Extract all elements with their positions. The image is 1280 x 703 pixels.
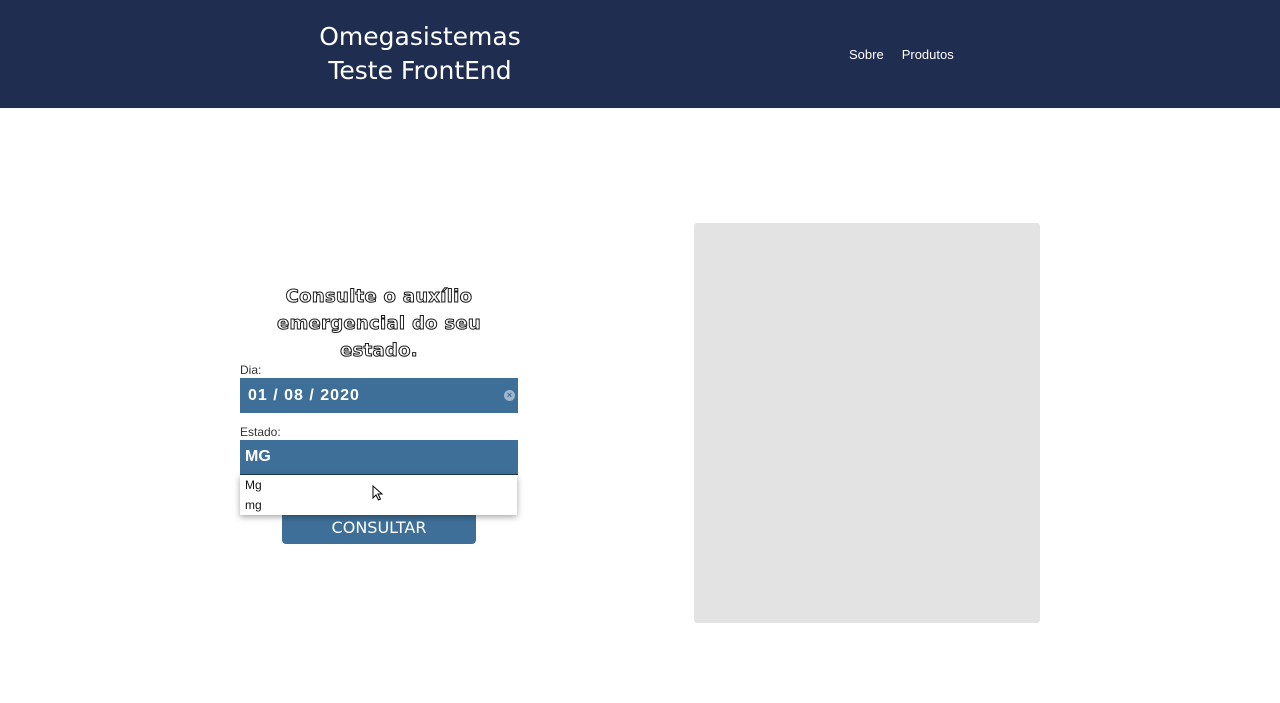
top-header: Omegasistemas Teste FrontEnd Sobre Produ… [0,0,1280,108]
main-nav: Sobre Produtos [849,47,954,62]
brand-line-2: Teste FrontEnd [328,56,512,85]
consult-form: Consulte o auxílio emergencial do seu es… [240,283,518,544]
site-brand: Omegasistemas Teste FrontEnd [300,20,540,88]
date-value: 01 / 08 / 2020 [248,386,360,404]
form-title: Consulte o auxílio emergencial do seu es… [276,286,482,362]
chart-placeholder-panel [694,223,1040,623]
brand-line-1: Omegasistemas [319,22,521,51]
state-label: Estado: [240,425,281,439]
nav-link-produtos[interactable]: Produtos [902,47,954,62]
state-input[interactable]: MG [240,440,518,475]
date-label: Dia: [240,363,262,377]
date-input[interactable]: 01 / 08 / 2020 × [240,378,518,413]
mouse-pointer-icon [372,484,384,506]
state-value: MG [245,448,271,465]
nav-link-sobre[interactable]: Sobre [849,47,884,62]
clear-icon[interactable]: × [504,390,515,401]
